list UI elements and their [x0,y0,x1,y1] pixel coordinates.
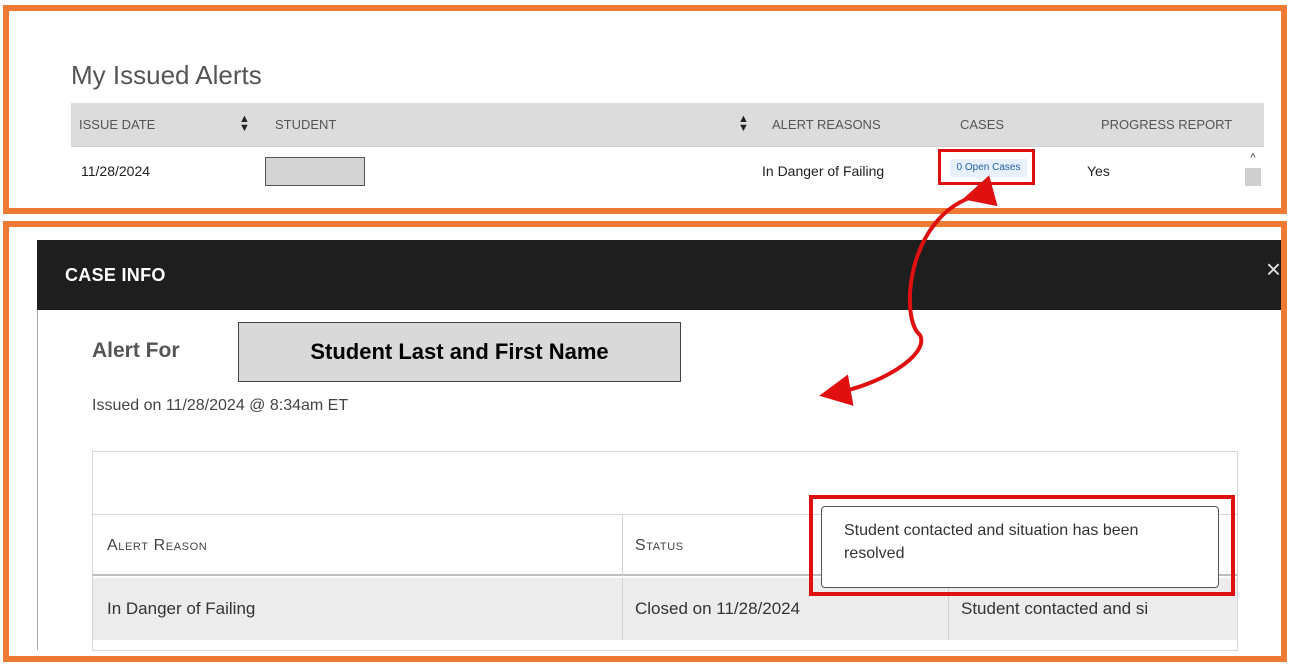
modal-title: CASE INFO [65,265,166,285]
alert-reason-cell: In Danger of Failing [762,163,885,179]
alert-for-label: Alert For [92,339,180,362]
note-tooltip: Student contacted and situation has been… [821,506,1219,588]
issue-date-cell: 11/28/2024 [81,163,151,179]
column-header-progress-report[interactable]: PROGRESS REPORT [1101,103,1232,147]
column-header-alert-reason: Alert Reason [107,537,208,554]
issued-alerts-panel: My Issued Alerts ISSUE DATE ▲ ▼ STUDENT ▲… [3,5,1287,214]
student-name-placeholder: Student Last and First Name [238,322,681,382]
table-row[interactable]: 11/28/2024 In Danger of Failing 0 Open C… [71,148,1264,195]
column-divider [622,515,623,576]
sort-icon[interactable]: ▲ ▼ [738,114,749,134]
column-header-issue-date[interactable]: ISSUE DATE [79,103,155,147]
open-cases-link[interactable]: 0 Open Cases [950,159,1027,177]
column-header-student[interactable]: STUDENT [275,103,336,147]
sort-icon[interactable]: ▲ ▼ [239,114,250,134]
progress-report-cell: Yes [1087,163,1110,179]
alert-reason-cell: In Danger of Failing [107,599,256,618]
modal-border [37,310,38,650]
status-cell: Closed on 11/28/2024 [635,599,801,618]
student-name-redacted [265,157,365,186]
scroll-up-icon[interactable]: ^ [1244,148,1262,165]
page-title: My Issued Alerts [71,60,262,90]
cases-highlight-box: 0 Open Cases [938,149,1035,185]
scrollbar-thumb[interactable] [1245,168,1261,186]
modal-header: CASE INFO × [37,240,1281,310]
column-header-status: Status [635,537,684,554]
case-info-panel: CASE INFO × Alert For Student Last and F… [3,221,1287,662]
tooltip-highlight-box: Student contacted and situation has been… [809,495,1235,596]
issued-on-text: Issued on 11/28/2024 @ 8:34am ET [92,397,349,414]
column-divider [622,578,623,640]
column-header-alert-reasons[interactable]: ALERT REASONS [772,103,881,147]
close-icon[interactable]: × [1266,254,1281,285]
alerts-table-header: ISSUE DATE ▲ ▼ STUDENT ▲ ▼ ALERT REASONS C… [71,103,1264,147]
column-header-cases[interactable]: CASES [960,103,1004,147]
